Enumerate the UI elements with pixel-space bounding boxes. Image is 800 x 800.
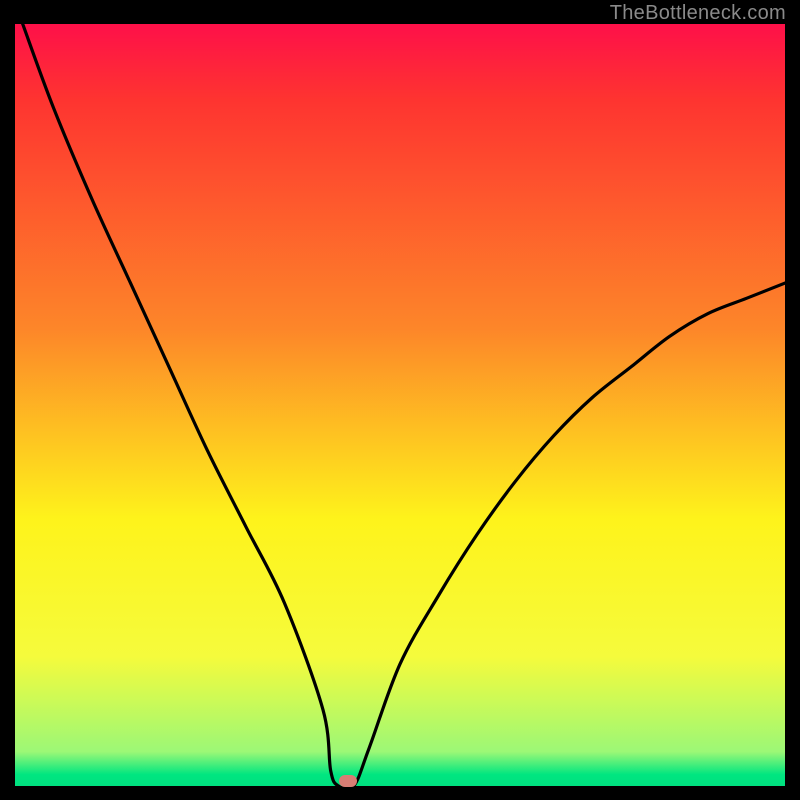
optimal-marker <box>339 775 357 787</box>
watermark-text: TheBottleneck.com <box>610 2 786 25</box>
plot-area <box>15 24 785 786</box>
gradient-background <box>15 24 785 786</box>
chart-stage: TheBottleneck.com <box>0 0 800 800</box>
